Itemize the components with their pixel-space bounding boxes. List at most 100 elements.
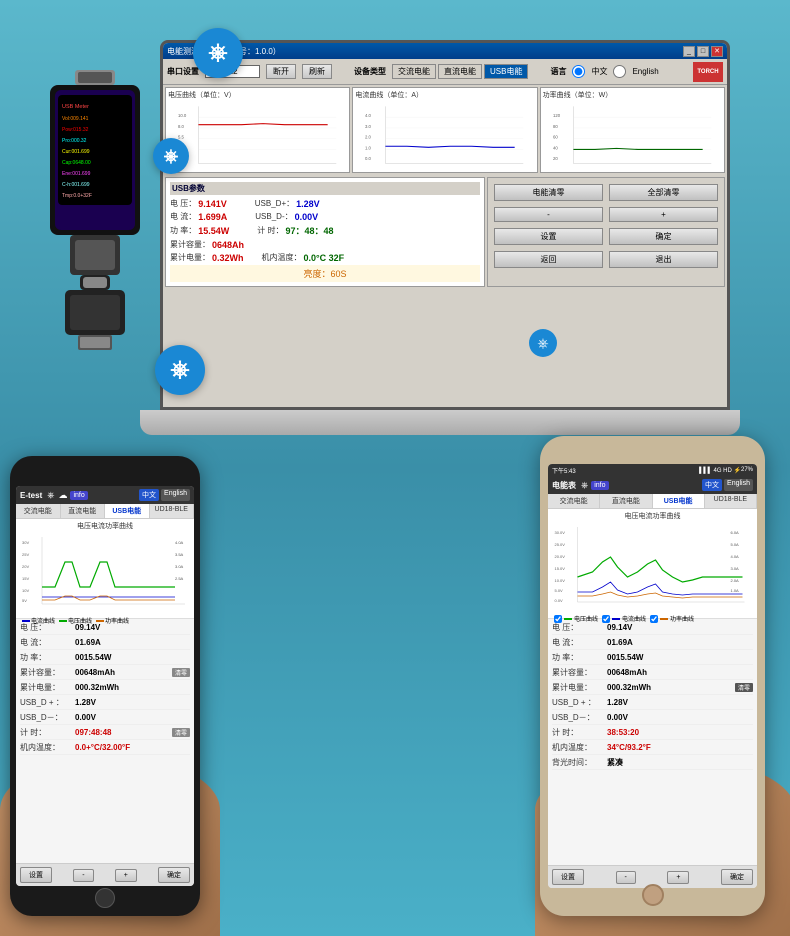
right-confirm-btn[interactable]: 确定 [721, 869, 753, 885]
svg-text:0.0: 0.0 [365, 156, 372, 161]
svg-text:60: 60 [553, 135, 558, 140]
right-capacity-row: 累计容量： 00648mAh [552, 666, 753, 680]
minus-button[interactable]: - [494, 207, 603, 222]
left-energy-label: 累计电量： [20, 682, 75, 693]
usbd-minus-value: 0.00V [295, 212, 319, 222]
current-label: 电 流： [170, 211, 196, 222]
right-current-label: 电 流： [552, 637, 607, 648]
usbd-minus-label: USB_D-： [255, 211, 292, 222]
info-badge-left: info [70, 491, 87, 500]
left-confirm-btn[interactable]: 确定 [158, 867, 190, 883]
confirm-button[interactable]: 确定 [609, 228, 718, 245]
settings-button[interactable]: 设置 [494, 228, 603, 245]
svg-text:15.0V: 15.0V [555, 566, 566, 571]
close-button[interactable]: ✕ [711, 46, 723, 57]
lang-zh-left[interactable]: 中文 [139, 489, 159, 501]
back-button[interactable]: 返回 [494, 251, 603, 268]
software-ui: 电能测测程序（版本号：1.0.0） _ □ ✕ 串口设置 断开 刷新 设备类型 … [163, 43, 727, 407]
energy-value: 0.32Wh [212, 253, 244, 263]
plus-button[interactable]: + [609, 207, 718, 222]
voltage-chart-title: 电压曲线（单位：V） [168, 90, 347, 100]
right-temp-value: 34°C/93.2°F [607, 743, 651, 752]
clear-chart-button[interactable]: 电能清零 [494, 184, 603, 201]
app-right-header: 电能表 ⎈ info 中文 English [548, 476, 757, 494]
svg-text:4.0: 4.0 [365, 113, 372, 118]
left-plus-btn[interactable]: + [115, 869, 137, 882]
tab-ac-right[interactable]: 交流电能 [548, 494, 600, 508]
brand-logo: TORCH [693, 62, 723, 82]
svg-text:Pow:015.32: Pow:015.32 [62, 127, 89, 133]
right-minus-btn[interactable]: - [616, 871, 636, 884]
ac-power-button[interactable]: 交流电能 [392, 64, 436, 79]
usb-device: USB Meter Vol:009.141 Pow:015.32 Pro:000… [40, 70, 150, 350]
right-timer-label: 计 时： [552, 727, 607, 738]
app-right-title: 电能表 [552, 480, 576, 491]
lang-zh-right[interactable]: 中文 [702, 479, 722, 491]
left-minus-btn[interactable]: - [73, 869, 93, 882]
bt-icon-bot: ⎈ [155, 345, 205, 395]
lang-zh-radio[interactable] [572, 65, 585, 78]
voltage-label: 电 压： [170, 198, 196, 209]
svg-text:1.0: 1.0 [365, 145, 372, 150]
capacity-item: 累计容量： 0648Ah [170, 239, 244, 250]
tab-ble-right[interactable]: UD18-BLE [705, 494, 757, 508]
right-timer-value: 38:53:20 [607, 728, 639, 737]
tab-ble-left[interactable]: UD18-BLE [150, 504, 195, 518]
exit-button[interactable]: 退出 [609, 251, 718, 268]
left-usbd-plus-value: 1.28V [75, 698, 96, 707]
svg-text:2.0A: 2.0A [731, 578, 740, 583]
svg-text:30V: 30V [22, 540, 29, 545]
left-timer-value: 097:48:48 [75, 728, 111, 737]
voltage-chart: 10.0 8.0 5.5 4.0 2.5 [168, 101, 347, 171]
app-left-chart-title: 电压电流功率曲线 [18, 521, 192, 531]
left-current-row: 电 流： 01.69A [20, 636, 190, 650]
svg-text:Cur:001.699: Cur:001.699 [62, 149, 90, 155]
svg-text:120: 120 [553, 113, 561, 118]
brightness-label: 亮度：60S [303, 269, 346, 279]
open-button[interactable]: 断开 [266, 64, 296, 79]
bt-icon-left-app: ⎈ [47, 490, 54, 501]
bt-symbol-bot: ⎈ [170, 356, 189, 384]
maximize-button[interactable]: □ [697, 46, 709, 57]
tab-dc-right[interactable]: 直流电能 [600, 494, 652, 508]
tab-dc-left[interactable]: 直流电能 [61, 504, 106, 518]
lang-en-right[interactable]: English [724, 479, 753, 491]
phone-left-home-btn[interactable] [95, 888, 115, 908]
bt-icon-right-app: ⎈ [581, 480, 588, 491]
left-settings-btn[interactable]: 设置 [20, 867, 52, 883]
phone-screen-left: E-test ⎈ ☁ info 中文 English 交流电能 直流电能 USB… [16, 486, 194, 886]
tab-ac-left[interactable]: 交流电能 [16, 504, 61, 518]
svg-text:25V: 25V [22, 552, 29, 557]
status-bar-right: 下午5:43 ▌▌▌ 4G HD ⚡ 27% [548, 464, 757, 476]
usb-power-button[interactable]: USB电能 [484, 64, 528, 79]
svg-text:10V: 10V [22, 588, 29, 593]
svg-text:20V: 20V [22, 564, 29, 569]
app-left-title: E-test [20, 491, 42, 500]
right-settings-btn[interactable]: 设置 [552, 869, 584, 885]
lang-en-left[interactable]: English [161, 489, 190, 501]
phone-right-home-btn[interactable] [642, 884, 664, 906]
minimize-button[interactable]: _ [683, 46, 695, 57]
left-timer-clear[interactable]: 清零 [172, 728, 190, 737]
phone-body-left: E-test ⎈ ☁ info 中文 English 交流电能 直流电能 USB… [10, 456, 200, 916]
tab-usb-right[interactable]: USB电能 [653, 494, 705, 508]
tab-usb-left[interactable]: USB电能 [105, 504, 150, 518]
left-capacity-clear[interactable]: 清零 [172, 668, 190, 677]
right-energy-clear[interactable]: 清零 [735, 683, 753, 692]
svg-text:Tmp:0.0+32F: Tmp:0.0+32F [62, 193, 92, 199]
clear-all-button[interactable]: 全部清零 [609, 184, 718, 201]
dc-power-button[interactable]: 直流电能 [438, 64, 482, 79]
lang-btns-right: 中文 English [702, 479, 753, 491]
power-row: 功 率： 15.54W 计 时： 97：48：48 [170, 224, 480, 237]
svg-text:Vol:009.141: Vol:009.141 [62, 116, 89, 122]
app-right-data-rows: 电 压： 09.14V 电 流： 01.69A 功 率： 0015.54W 累计… [548, 619, 757, 865]
right-temp-label: 机内温度： [552, 742, 607, 753]
refresh-button[interactable]: 刷新 [302, 64, 332, 79]
svg-text:6.0A: 6.0A [731, 530, 740, 535]
right-plus-btn[interactable]: + [667, 871, 689, 884]
svg-text:40: 40 [553, 145, 558, 150]
phone-left: E-test ⎈ ☁ info 中文 English 交流电能 直流电能 USB… [0, 416, 210, 936]
app-right-ui: 下午5:43 ▌▌▌ 4G HD ⚡ 27% 电能表 ⎈ info 中文 Eng… [548, 464, 757, 888]
lang-en-radio[interactable] [613, 65, 626, 78]
right-usbd-minus-label: USB_D－： [552, 712, 607, 723]
